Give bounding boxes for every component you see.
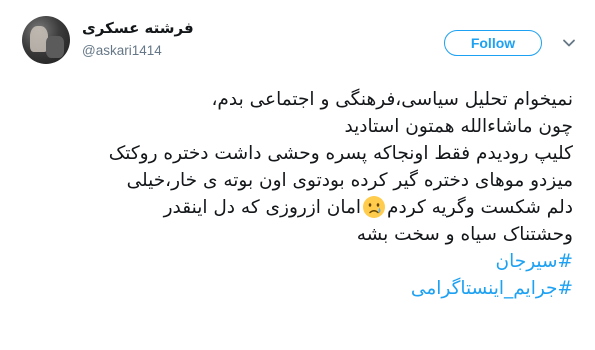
tweet-line: دلم شکست وگریه کردم امان ازروزی که دل ای…	[13, 194, 573, 221]
tweet-line: کلیپ رودیدم فقط اونجاکه پسره وحشی داشت د…	[108, 143, 573, 164]
avatar[interactable]	[22, 16, 70, 64]
tweet-line: نمیخوام تحلیل سیاسی،فرهنگی و اجتماعی بدم…	[211, 89, 573, 110]
tweet-text-segment: دلم شکست وگریه کردم	[387, 197, 573, 218]
tweet-line: چون ماشاءالله همتون استادید	[344, 116, 573, 137]
tweet-text: نمیخوام تحلیل سیاسی،فرهنگی و اجتماعی بدم…	[13, 86, 573, 302]
avatar-figure-shadow	[46, 36, 64, 58]
tweet-card: فرشته عسکری @askari1414 Follow نمیخوام ت…	[0, 0, 595, 350]
hashtag-link[interactable]: #جرایم_اینستاگرامی	[13, 275, 573, 302]
tweet-line: میزدو موهای دختره گیر کرده بودتوی اون بو…	[126, 170, 573, 191]
chevron-down-icon[interactable]	[562, 36, 576, 50]
crying-face-emoji-icon	[363, 196, 386, 218]
user-handle[interactable]: @askari1414	[82, 43, 162, 58]
display-name[interactable]: فرشته عسکری	[82, 19, 194, 37]
tweet-line: وحشتناک سیاه و سخت بشه	[356, 224, 573, 245]
tweet-text-segment: امان ازروزی که دل اینقدر	[163, 197, 362, 218]
follow-button[interactable]: Follow	[444, 30, 542, 56]
hashtag-link[interactable]: #سیرجان	[13, 248, 573, 275]
